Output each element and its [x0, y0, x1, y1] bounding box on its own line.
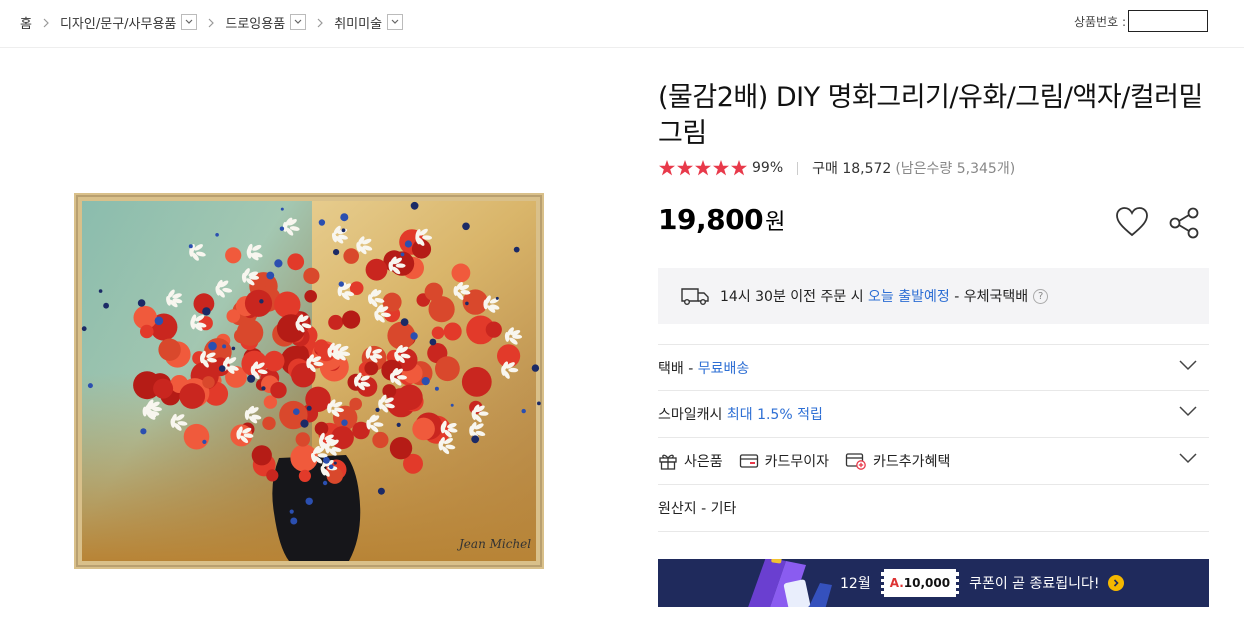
origin-row: 원산지 - 기타 — [658, 485, 1209, 532]
heart-icon[interactable] — [1115, 206, 1149, 238]
chevron-down-icon[interactable] — [1179, 359, 1197, 375]
delivery-value: 무료배송 — [697, 360, 750, 377]
shipping-today: 오늘 출발예정 — [868, 289, 950, 305]
card-plus-icon — [845, 453, 866, 470]
product-image[interactable]: Jean Michel — [74, 184, 565, 569]
breadcrumb-label: 드로잉용품 — [225, 16, 286, 32]
price: 19,800 원 — [658, 203, 785, 236]
star-icon — [695, 160, 711, 176]
star-rating[interactable] — [658, 160, 748, 176]
dropdown-icon[interactable] — [181, 14, 198, 30]
gift-icon — [659, 454, 677, 470]
origin-label: 원산지 - 기타 — [658, 501, 737, 517]
delivery-label: 택배 - — [658, 360, 694, 377]
smile-cash-value: 최대 1.5% 적립 — [726, 407, 823, 423]
dropdown-icon[interactable] — [387, 14, 404, 30]
divider — [797, 161, 799, 175]
arrow-right-icon — [1107, 575, 1124, 591]
star-icon — [731, 160, 747, 176]
shipping-info: 14시 30분 이전 주문 시 오늘 출발예정 - 우체국택배 ? — [658, 268, 1209, 324]
star-icon — [677, 160, 693, 176]
gift-benefit: 사은품 — [658, 451, 723, 471]
smile-cash-label: 스마일캐시 — [658, 407, 723, 423]
help-icon[interactable]: ? — [1033, 288, 1049, 304]
chevron-right-icon — [32, 15, 60, 29]
dropdown-icon[interactable] — [290, 14, 307, 30]
banner-month: 12월 — [840, 576, 871, 592]
star-icon — [659, 160, 675, 176]
breadcrumb-item-drawing[interactable]: 드로잉용품 — [225, 12, 307, 32]
breadcrumb-label: 취미미술 — [334, 16, 383, 32]
breadcrumb-item-design[interactable]: 디자인/문구/사무용품 — [59, 12, 198, 32]
breadcrumb: 홈 디자인/문구/사무용품 드로잉용품 취미미술 — [20, 12, 404, 32]
svg-text:Jean Michel: Jean Michel — [456, 537, 531, 551]
card-icon — [739, 454, 758, 468]
gift-label: 사은품 — [684, 454, 723, 470]
breadcrumb-bar: 홈 디자인/문구/사무용품 드로잉용품 취미미술 상품번호 : — [0, 0, 1244, 48]
chevron-down-icon[interactable] — [1179, 452, 1197, 468]
benefits-row[interactable]: 사은품 카드무이자 카드추가혜택 — [658, 438, 1209, 485]
stock-remaining: (남은수량 5,345개) — [895, 161, 1016, 177]
price-unit: 원 — [765, 210, 786, 235]
rating-row: 99% 구매 18,572 (남은수량 5,345개) — [658, 158, 1015, 178]
chevron-right-icon — [197, 15, 225, 29]
shipping-prefix: 14시 30분 이전 주문 시 — [720, 289, 864, 305]
banner-text: 12월 A. 10,000 쿠폰이 곧 종료됩니다! — [840, 559, 1124, 607]
breadcrumb-label: 디자인/문구/사무용품 — [59, 16, 177, 32]
smile-cash-row[interactable]: 스마일캐시 최대 1.5% 적립 — [658, 391, 1209, 438]
product-title: (물감2배) DIY 명화그리기/유화/그림/액자/컬러밑그림 — [658, 82, 1203, 149]
share-icon[interactable] — [1167, 206, 1201, 240]
delivery-row[interactable]: 택배 - 무료배송 — [658, 344, 1209, 391]
breadcrumb-item-hobby-art[interactable]: 취미미술 — [334, 12, 404, 32]
price-value: 19,800 — [658, 203, 764, 236]
breadcrumb-home[interactable]: 홈 — [20, 12, 32, 32]
star-icon — [713, 160, 729, 176]
purchase-count: 구매 18,572 — [812, 161, 892, 177]
chevron-right-icon — [306, 15, 334, 29]
coupon-banner[interactable]: 12월 A. 10,000 쿠폰이 곧 종료됩니다! — [658, 559, 1209, 607]
coupon-card-illustration — [748, 559, 832, 607]
coupon-prefix: A. — [889, 576, 904, 590]
product-number-label: 상품번호 : — [1073, 14, 1126, 29]
product-number-value — [1128, 10, 1208, 32]
coupon-value: 10,000 — [903, 576, 951, 590]
card-extra-benefit: 카드추가혜택 — [845, 451, 950, 471]
product-number: 상품번호 : — [1074, 10, 1208, 32]
coupon-ticket: A. 10,000 — [880, 569, 960, 597]
truck-icon — [681, 288, 709, 305]
rating-percent: 99% — [752, 160, 784, 176]
chevron-down-icon[interactable] — [1179, 405, 1197, 421]
card-extra-label: 카드추가혜택 — [873, 454, 951, 470]
card-interest-benefit: 카드무이자 — [739, 451, 829, 471]
banner-message: 쿠폰이 곧 종료됩니다! — [969, 576, 1100, 592]
shipping-carrier: - 우체국택배 — [954, 289, 1029, 305]
card-interest-label: 카드무이자 — [764, 454, 830, 470]
